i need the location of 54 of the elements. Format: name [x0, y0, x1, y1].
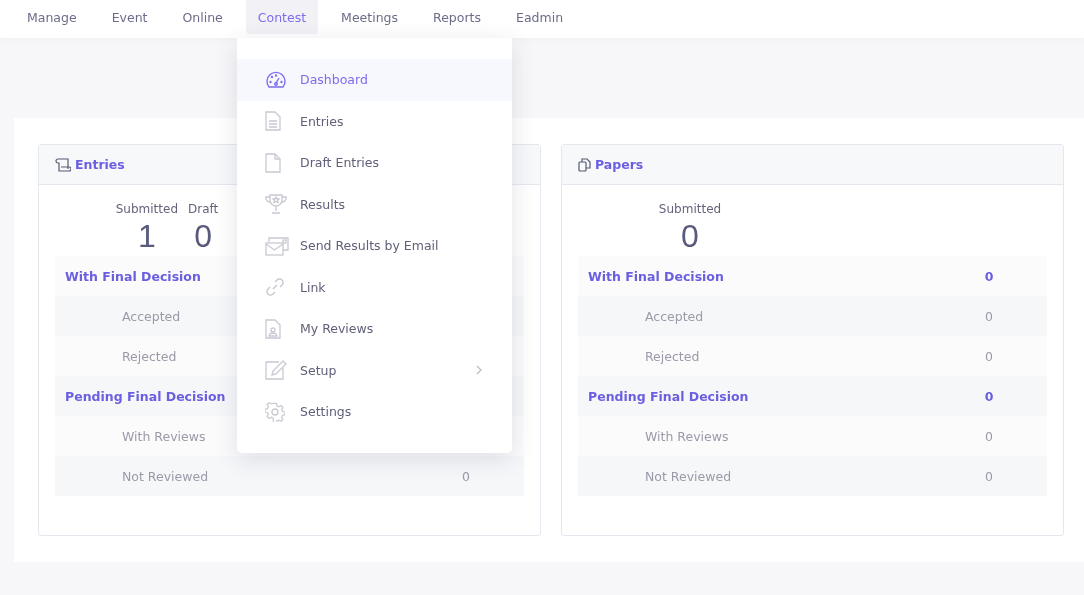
nav-tab[interactable]: Reports: [421, 0, 493, 34]
row-label: With Reviews: [644, 428, 729, 444]
edit-icon: [265, 360, 287, 381]
row-label: Not Reviewed: [121, 468, 209, 484]
profile-document-icon: [265, 318, 281, 339]
nav-tab[interactable]: Eadmin: [504, 0, 576, 34]
trophy-icon: [265, 194, 287, 215]
document-icon: [265, 111, 281, 132]
nav-tab[interactable]: Online: [170, 0, 235, 34]
stat-label: Draft: [188, 202, 219, 216]
row-value: 0: [461, 468, 471, 484]
group-label: Pending Final Decision: [588, 388, 749, 404]
link-icon: [265, 277, 285, 298]
menu-item[interactable]: Dashboard: [237, 59, 512, 101]
row-label: Not Reviewed: [644, 468, 732, 484]
row-label: Accepted: [644, 308, 704, 324]
row-label: Accepted: [121, 308, 181, 324]
gauge-icon: [265, 70, 287, 89]
menu-item[interactable]: Settings: [237, 391, 512, 433]
menu-item[interactable]: Setup: [237, 349, 512, 391]
copy-icon: [578, 157, 591, 172]
menu-item[interactable]: Link: [237, 266, 512, 308]
menu-item[interactable]: Results: [237, 183, 512, 225]
menu-item[interactable]: My Reviews: [237, 308, 512, 350]
row-value: 0: [984, 308, 994, 324]
nav-tab[interactable]: Event: [99, 0, 160, 34]
settings-icon: [265, 401, 285, 422]
row-value: 0: [984, 348, 994, 364]
row-value: 0: [983, 388, 995, 404]
envelope-icon: [265, 235, 289, 256]
card-title: Entries: [75, 157, 125, 172]
row-label: Rejected: [644, 348, 700, 364]
nav-tab[interactable]: Contest: [245, 0, 319, 34]
group-label: With Final Decision: [588, 268, 724, 284]
stat-value: 1: [137, 217, 156, 256]
page-icon: [265, 152, 281, 173]
card-title: Papers: [595, 157, 644, 172]
menu-item[interactable]: Entries: [237, 100, 512, 142]
stat-label: Submitted: [658, 202, 722, 216]
stat-label: Submitted: [115, 202, 178, 216]
menu-item[interactable]: Send Results by Email: [237, 225, 512, 267]
menu-item[interactable]: Draft Entries: [237, 142, 512, 184]
nav-tab[interactable]: Meetings: [329, 0, 411, 34]
group-label: Pending Final Decision: [65, 388, 226, 404]
nav-tab[interactable]: Manage: [15, 0, 89, 34]
row-value: 0: [983, 268, 995, 284]
stat-value: 0: [681, 217, 699, 256]
row-label: Rejected: [121, 348, 177, 364]
scroll-icon: [55, 157, 71, 172]
group-label: With Final Decision: [65, 268, 201, 284]
row-value: 0: [984, 468, 994, 484]
row-label: With Reviews: [121, 428, 206, 444]
row-value: 0: [984, 428, 994, 444]
stat-value: 0: [194, 217, 213, 256]
